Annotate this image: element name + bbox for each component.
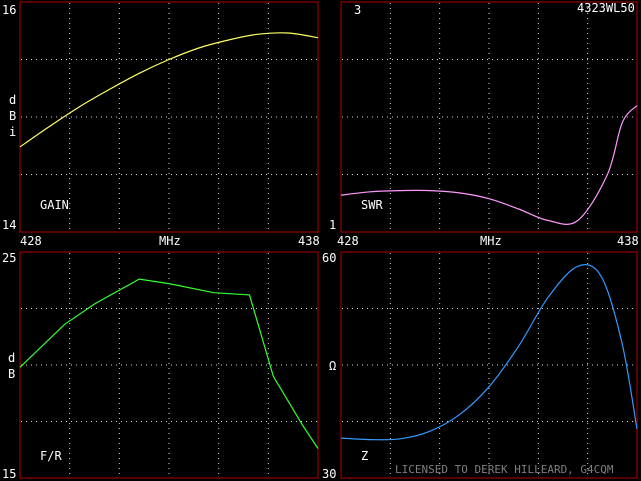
gain-ylabel-char-3: i [9, 125, 16, 139]
z-ymin-label: 30 [322, 467, 336, 481]
background [0, 0, 641, 481]
swr-xaxis-label: MHz [480, 234, 502, 248]
gain-xaxis-label: MHz [159, 234, 181, 248]
gain-title: GAIN [40, 198, 69, 212]
z-ylabel: Ω [329, 359, 336, 373]
fr-title: F/R [40, 449, 62, 463]
gain-xmin-label: 428 [20, 234, 42, 248]
license-text: LICENSED TO DEREK HILLEARD, G4CQM [395, 463, 614, 476]
fr-ymin-label: 15 [2, 467, 16, 481]
z-title: Z [361, 449, 368, 463]
antenna-plots: 16 14 3 1 25 15 60 30 428 MHz 438 428 MH… [0, 0, 641, 481]
swr-xmax-label: 438 [617, 234, 639, 248]
gain-ylabel-char-2: B [9, 109, 16, 123]
swr-ymin-label: 1 [329, 218, 336, 232]
z-ymax-label: 60 [322, 251, 336, 265]
fr-ylabel-char-2: B [8, 367, 15, 381]
swr-title: SWR [361, 198, 383, 212]
fr-ymax-label: 25 [2, 251, 16, 265]
gain-xmax-label: 438 [298, 234, 320, 248]
gain-ymin-label: 14 [2, 218, 16, 232]
model-label: 4323WL50 [577, 1, 635, 15]
gain-ylabel: d B i [9, 93, 16, 139]
fr-ylabel-char-1: d [8, 351, 15, 365]
gain-ylabel-char-1: d [9, 93, 16, 107]
swr-xmin-label: 428 [337, 234, 359, 248]
swr-ymax-label: 3 [354, 3, 361, 17]
gain-ymax-label: 16 [2, 3, 16, 17]
